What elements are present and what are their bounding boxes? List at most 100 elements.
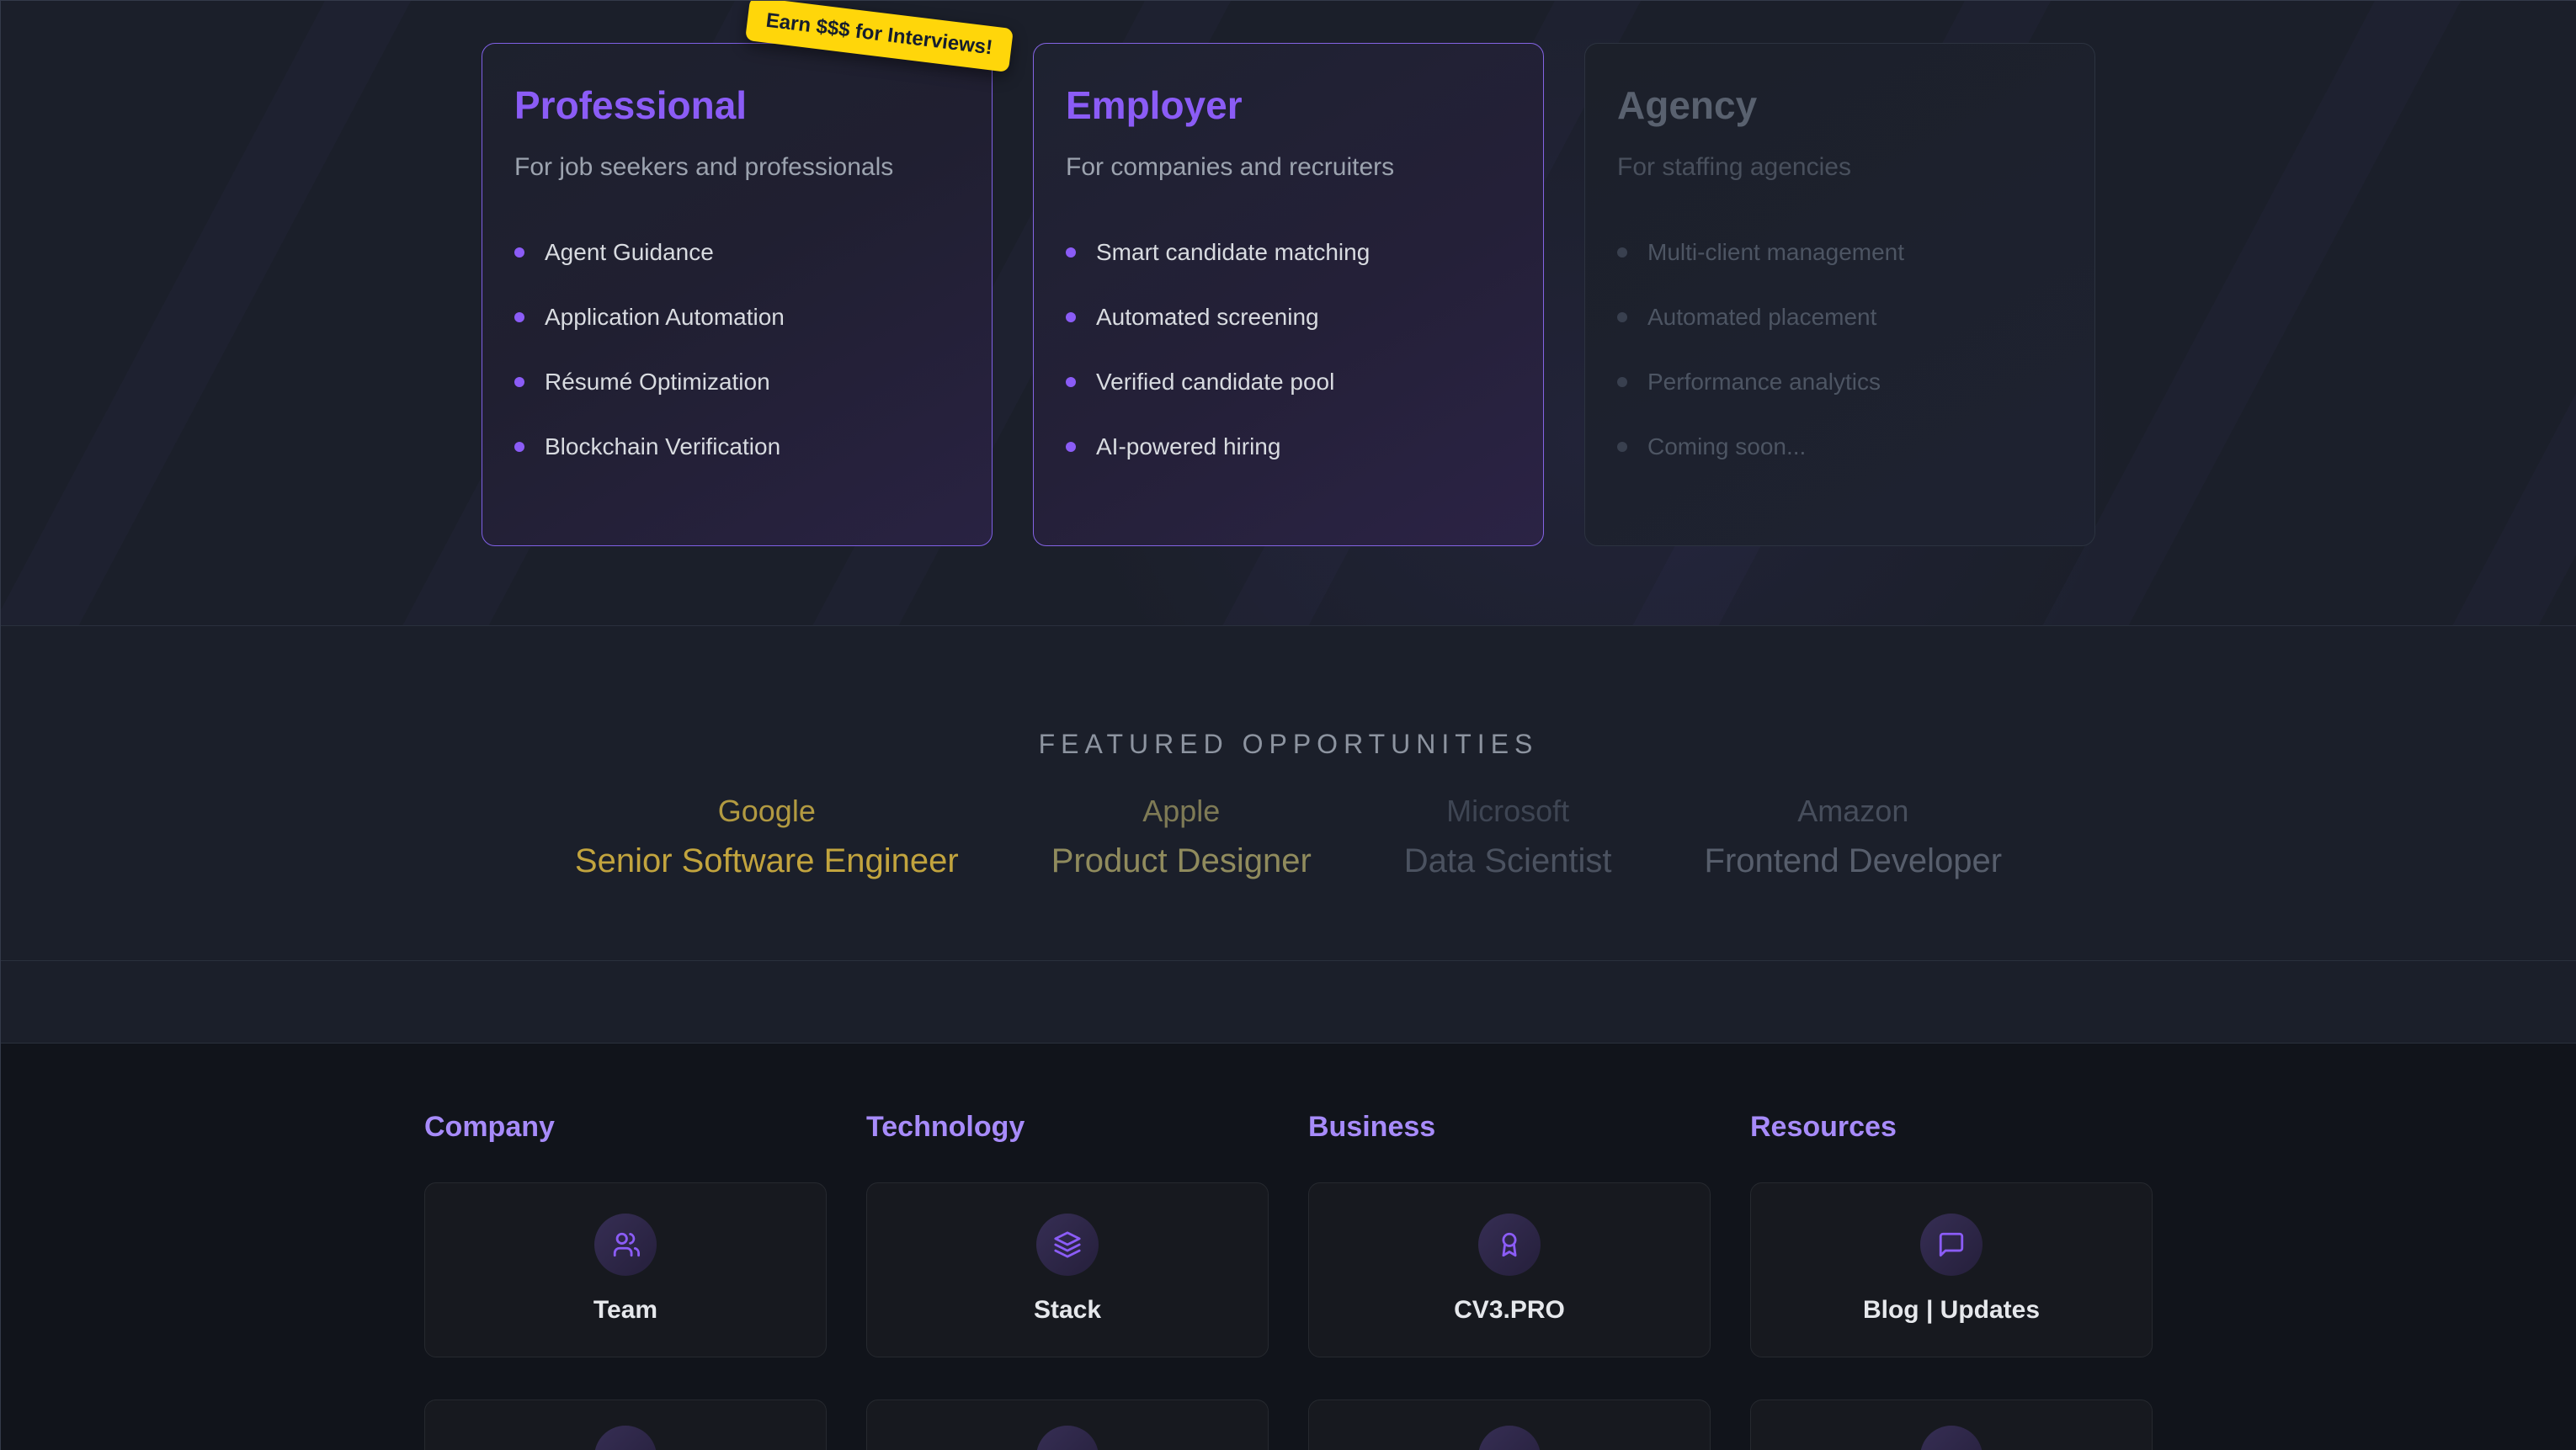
featured-heading: FEATURED OPPORTUNITIES — [1, 626, 2576, 760]
plan-feature-item: Coming soon... — [1617, 433, 2062, 460]
plan-feature-label: Agent Guidance — [545, 239, 714, 266]
footer-column-resources: Resources Blog | Updates — [1750, 1111, 2153, 1450]
plan-title: Professional — [514, 82, 960, 128]
plan-feature-label: AI-powered hiring — [1096, 433, 1280, 460]
footer-card-partial[interactable] — [866, 1400, 1269, 1450]
plan-card-agency: Agency For staffing agencies Multi-clien… — [1584, 43, 2095, 546]
plan-feature-item: Multi-client management — [1617, 239, 2062, 266]
plan-title: Agency — [1617, 82, 2062, 128]
bullet-dot-icon — [514, 312, 524, 322]
job-company: Amazon — [1705, 794, 2003, 829]
spacer-band — [1, 961, 2576, 1044]
bullet-dot-icon — [1066, 312, 1076, 322]
job-title: Senior Software Engineer — [575, 842, 959, 880]
icon-badge — [594, 1426, 657, 1450]
plan-feature-list: Smart candidate matching Automated scree… — [1066, 239, 1511, 460]
bullet-dot-icon — [514, 247, 524, 258]
footer-card-partial[interactable] — [1750, 1400, 2153, 1450]
plan-feature-label: Multi-client management — [1647, 239, 1904, 266]
footer-heading: Company — [424, 1111, 827, 1144]
icon-badge — [1478, 1426, 1541, 1450]
plan-feature-item: Verified candidate pool — [1066, 369, 1511, 396]
plan-feature-list: Multi-client management Automated placem… — [1617, 239, 2062, 460]
plan-feature-label: Smart candidate matching — [1096, 239, 1370, 266]
job-company: Google — [575, 794, 959, 829]
icon-badge — [1920, 1214, 1983, 1276]
plan-feature-label: Verified candidate pool — [1096, 369, 1334, 396]
plan-feature-list: Agent Guidance Application Automation Ré… — [514, 239, 960, 460]
footer-section: Company Team — [1, 1044, 2576, 1450]
plan-description: For staffing agencies — [1617, 153, 2062, 182]
icon-badge — [594, 1214, 657, 1276]
footer-column-company: Company Team — [424, 1111, 827, 1450]
plans-row: Professional For job seekers and profess… — [1, 1, 2576, 546]
plan-feature-label: Blockchain Verification — [545, 433, 780, 460]
bullet-dot-icon — [1617, 247, 1627, 258]
plan-feature-item: AI-powered hiring — [1066, 433, 1511, 460]
featured-jobs-row: Google Senior Software Engineer Apple Pr… — [1, 794, 2576, 880]
footer-card-cv3pro[interactable]: CV3.PRO — [1308, 1182, 1711, 1357]
footer-grid: Company Team — [424, 1111, 2153, 1450]
featured-job-google: Google Senior Software Engineer — [575, 794, 959, 880]
job-title: Product Designer — [1051, 842, 1312, 880]
bullet-dot-icon — [1066, 377, 1076, 387]
plan-card-professional[interactable]: Professional For job seekers and profess… — [482, 43, 993, 546]
featured-job-apple: Apple Product Designer — [1051, 794, 1312, 880]
footer-card-team[interactable]: Team — [424, 1182, 827, 1357]
bullet-dot-icon — [514, 377, 524, 387]
bullet-dot-icon — [1617, 312, 1627, 322]
plan-feature-item: Agent Guidance — [514, 239, 960, 266]
pricing-landing-page: Earn $$$ for Interviews! Professional Fo… — [0, 0, 2576, 1450]
job-company: Apple — [1051, 794, 1312, 829]
footer-card-label: Team — [593, 1296, 657, 1325]
footer-heading: Technology — [866, 1111, 1269, 1144]
footer-heading: Business — [1308, 1111, 1711, 1144]
plan-feature-item: Résumé Optimization — [514, 369, 960, 396]
plan-feature-item: Automated screening — [1066, 304, 1511, 331]
icon-badge — [1920, 1426, 1983, 1450]
footer-column-business: Business CV3.PRO — [1308, 1111, 1711, 1450]
layers-icon — [1053, 1230, 1082, 1259]
plan-feature-label: Coming soon... — [1647, 433, 1806, 460]
icon-badge — [1036, 1426, 1099, 1450]
job-title: Data Scientist — [1404, 842, 1612, 880]
icon-badge — [1036, 1214, 1099, 1276]
bullet-dot-icon — [1617, 377, 1627, 387]
plan-feature-label: Application Automation — [545, 304, 785, 331]
users-icon — [611, 1230, 640, 1259]
plan-feature-item: Smart candidate matching — [1066, 239, 1511, 266]
footer-card-stack[interactable]: Stack — [866, 1182, 1269, 1357]
footer-heading: Resources — [1750, 1111, 2153, 1144]
plan-description: For companies and recruiters — [1066, 153, 1511, 182]
footer-card-label: Blog | Updates — [1863, 1296, 2040, 1325]
bullet-dot-icon — [1617, 442, 1627, 452]
footer-card-partial[interactable] — [1308, 1400, 1711, 1450]
footer-card-blog[interactable]: Blog | Updates — [1750, 1182, 2153, 1357]
message-icon — [1937, 1230, 1966, 1259]
footer-card-label: Stack — [1034, 1296, 1101, 1325]
plan-feature-label: Automated placement — [1647, 304, 1876, 331]
plan-feature-item: Performance analytics — [1617, 369, 2062, 396]
plan-card-employer[interactable]: Employer For companies and recruiters Sm… — [1033, 43, 1544, 546]
plan-feature-label: Performance analytics — [1647, 369, 1881, 396]
bullet-dot-icon — [1066, 442, 1076, 452]
featured-opportunities-section: FEATURED OPPORTUNITIES Google Senior Sof… — [1, 626, 2576, 961]
featured-job-microsoft: Microsoft Data Scientist — [1404, 794, 1612, 880]
award-icon — [1495, 1230, 1524, 1259]
plan-description: For job seekers and professionals — [514, 153, 960, 182]
job-title: Frontend Developer — [1705, 842, 2003, 880]
bullet-dot-icon — [514, 442, 524, 452]
plan-feature-label: Automated screening — [1096, 304, 1319, 331]
footer-card-partial[interactable] — [424, 1400, 827, 1450]
plans-section: Earn $$$ for Interviews! Professional Fo… — [1, 1, 2576, 626]
featured-job-amazon: Amazon Frontend Developer — [1705, 794, 2003, 880]
plan-feature-item: Automated placement — [1617, 304, 2062, 331]
icon-badge — [1478, 1214, 1541, 1276]
plan-feature-label: Résumé Optimization — [545, 369, 770, 396]
plan-feature-item: Blockchain Verification — [514, 433, 960, 460]
plan-title: Employer — [1066, 82, 1511, 128]
footer-card-label: CV3.PRO — [1454, 1296, 1565, 1325]
footer-column-technology: Technology Stack — [866, 1111, 1269, 1450]
job-company: Microsoft — [1404, 794, 1612, 829]
bullet-dot-icon — [1066, 247, 1076, 258]
